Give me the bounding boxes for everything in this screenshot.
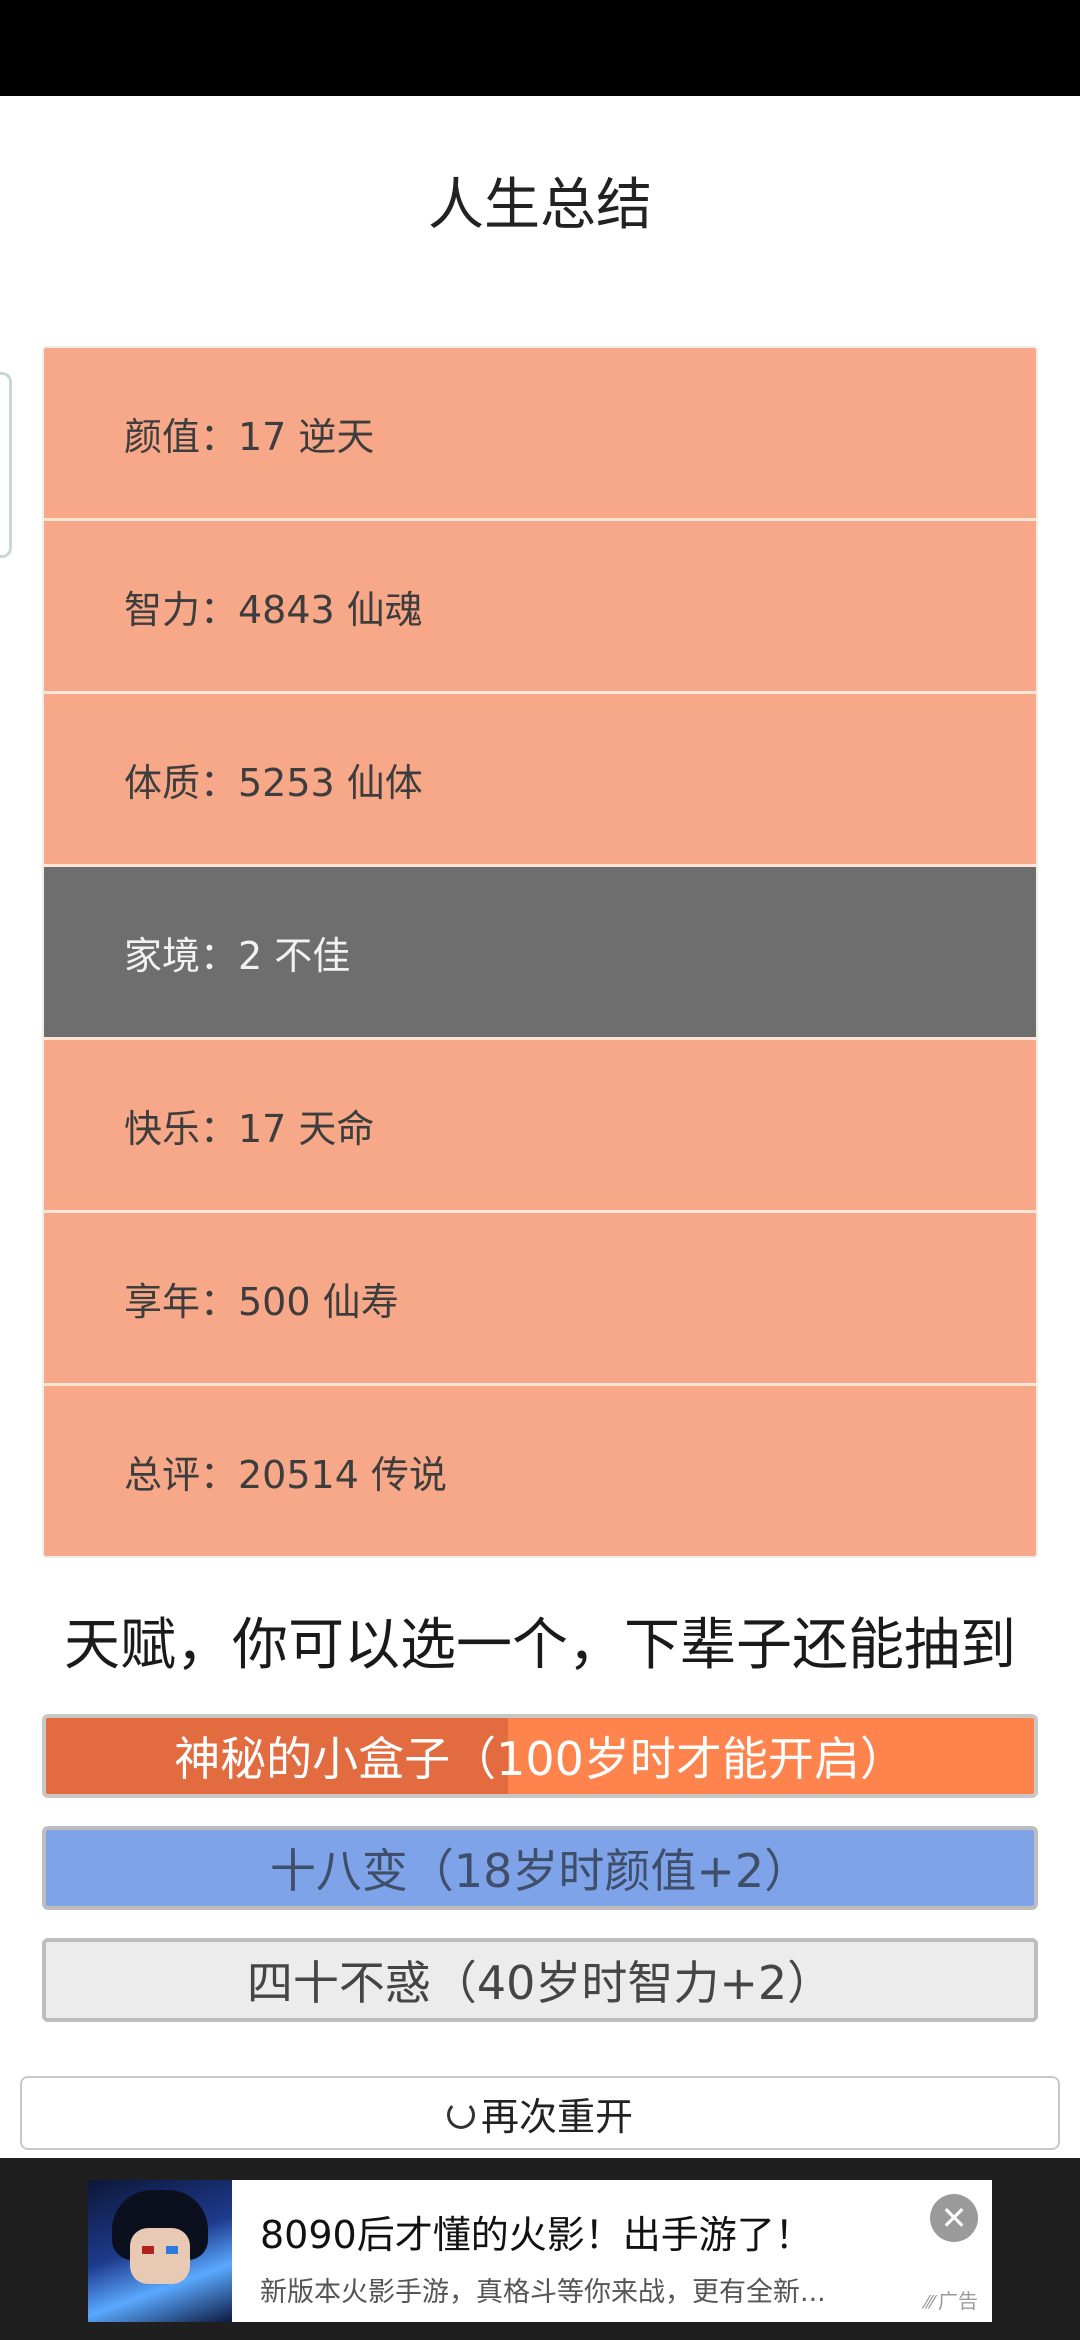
summary-row-lifespan: 享年：500 仙寿 xyxy=(44,1213,1036,1386)
ad-badge: ⁄⁄⁄ 广告 xyxy=(925,2285,978,2314)
talent-heading: 天赋，你可以选一个，下辈子还能抽到 xyxy=(64,1613,1016,1678)
talent-option-eighteen-changes[interactable]: 十八变（18岁时颜值+2） xyxy=(42,1826,1038,1910)
ad-badge-label: 广告 xyxy=(938,2289,978,2313)
summary-row-constitution: 体质：5253 仙体 xyxy=(44,694,1036,867)
talent-option-forty-no-doubts[interactable]: 四十不惑（40岁时智力+2） xyxy=(42,1938,1038,2022)
close-icon[interactable]: ✕ xyxy=(930,2194,978,2242)
restart-button[interactable]: 再次重开 xyxy=(20,2076,1060,2150)
page-title: 人生总结 xyxy=(428,173,652,238)
ad-card[interactable]: 8090后才懂的火影！出手游了！ 新版本火影手游，真格斗等你来战，更有全新...… xyxy=(88,2180,992,2322)
refresh-icon xyxy=(446,2101,475,2129)
status-bar xyxy=(0,0,1080,96)
restart-label: 再次重开 xyxy=(480,2094,633,2139)
summary-row-family: 家境：2 不佳 xyxy=(44,867,1036,1040)
side-drawer-handle[interactable] xyxy=(0,372,12,558)
summary-row-intelligence: 智力：4843 仙魂 xyxy=(44,521,1036,694)
talent-option-mystery-box[interactable]: 神秘的小盒子（100岁时才能开启） xyxy=(42,1714,1038,1798)
life-summary-list: 颜值：17 逆天 智力：4843 仙魂 体质：5253 仙体 家境：2 不佳 快… xyxy=(42,346,1038,1558)
talent-label: 十八变（18岁时颜值+2） xyxy=(269,1844,811,1898)
ad-thumbnail-image xyxy=(88,2180,232,2322)
ad-title: 8090后才懂的火影！出手游了！ xyxy=(260,2213,813,2257)
summary-row-appearance: 颜值：17 逆天 xyxy=(44,348,1036,521)
talent-label: 神秘的小盒子（100岁时才能开启） xyxy=(174,1732,906,1786)
summary-row-overall: 总评：20514 传说 xyxy=(44,1386,1036,1556)
ad-description: 新版本火影手游，真格斗等你来战，更有全新... xyxy=(260,2277,826,2308)
summary-row-happiness: 快乐：17 天命 xyxy=(44,1040,1036,1213)
talent-label: 四十不惑（40岁时智力+2） xyxy=(246,1956,834,2010)
ad-banner: 8090后才懂的火影！出手游了！ 新版本火影手游，真格斗等你来战，更有全新...… xyxy=(0,2158,1080,2340)
ad-logo-icon: ⁄⁄⁄ xyxy=(924,2292,934,2313)
